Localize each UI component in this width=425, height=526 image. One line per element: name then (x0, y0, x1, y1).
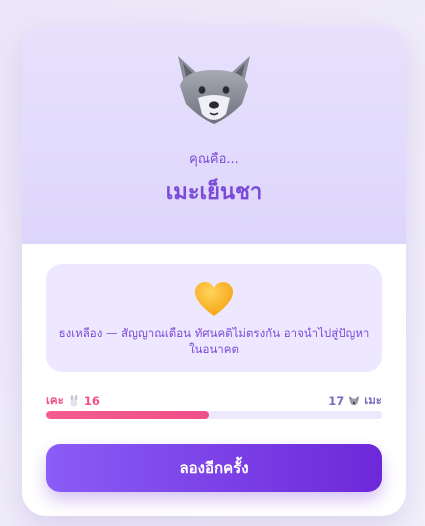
result-description-text: ธงเหลือง — สัญญาณเตือน ทัศนคติไม่ตรงกัน … (58, 326, 370, 356)
score-row: เคะ 16 17 เมะ (46, 392, 382, 408)
uke-score-value: 16 (83, 394, 100, 408)
uke-label: เคะ (46, 393, 64, 407)
wolf-face-icon (178, 56, 250, 124)
result-hero: คุณคือ... เมะเย็นชา (22, 26, 406, 244)
retry-button[interactable]: ลองอีกครั้ง (46, 444, 382, 492)
result-card: คุณคือ... เมะเย็นชา ธงเหลือง — สัญญาณเตื… (22, 26, 406, 516)
result-title: เมะเย็นชา (165, 180, 263, 205)
rabbit-icon (70, 395, 78, 407)
wolf-icon (349, 396, 360, 406)
seme-score-value: 17 (328, 394, 345, 408)
result-description-box: ธงเหลือง — สัญญาณเตือน ทัศนคติไม่ตรงกัน … (46, 264, 382, 372)
seme-label: เมะ (364, 393, 382, 407)
result-subtitle: คุณคือ... (189, 152, 239, 167)
uke-score: เคะ 16 (46, 392, 100, 410)
seme-score: 17 เมะ (328, 392, 382, 410)
score-progress-track (46, 411, 382, 419)
score-progress-fill (46, 411, 209, 419)
yellow-heart-icon (195, 282, 233, 316)
